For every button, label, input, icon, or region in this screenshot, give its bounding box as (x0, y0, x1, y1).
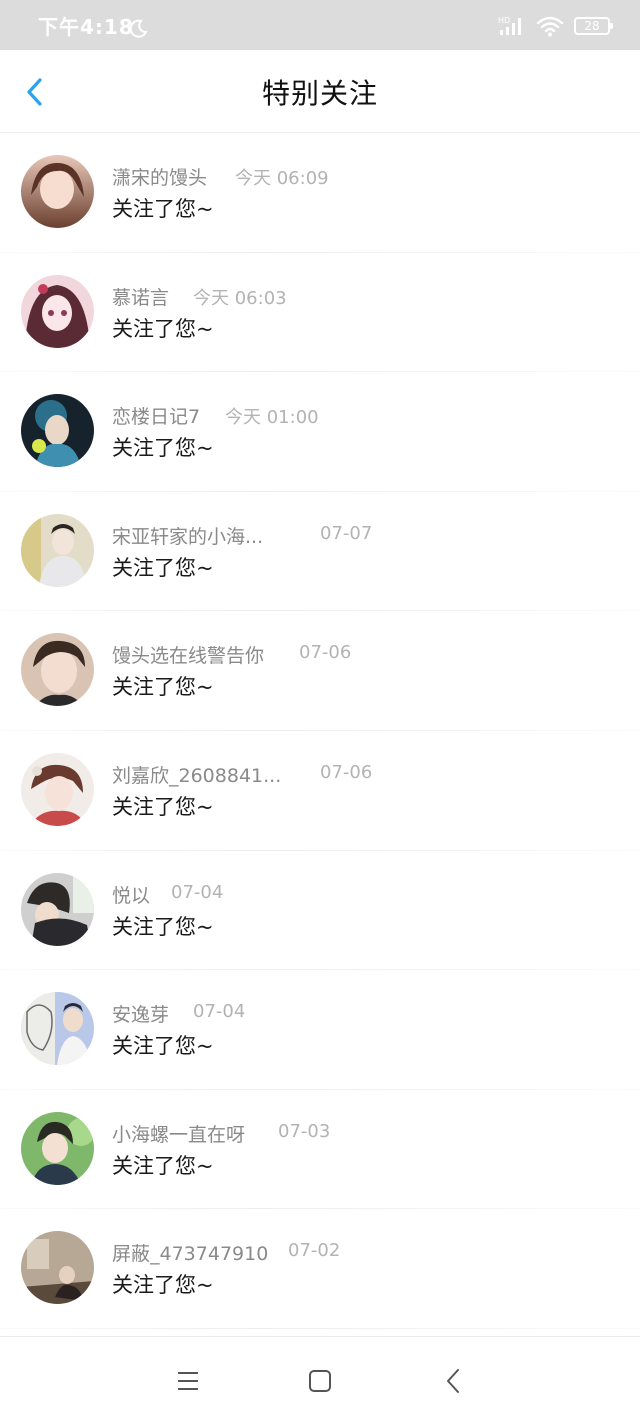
message-text: 关注了您~ (112, 1273, 214, 1298)
message-text: 关注了您~ (112, 914, 214, 939)
timestamp: 今天 06:09 (235, 168, 329, 189)
message-text: 关注了您~ (112, 316, 214, 341)
avatar[interactable] (21, 155, 94, 228)
message-text: 关注了您~ (112, 1034, 214, 1059)
user-name: 慕诺言 (112, 286, 170, 309)
message-text: 关注了您~ (112, 1153, 214, 1178)
notification-list: 潇宋的馒头 今天 06:09 关注了您~ 慕诺言 今天 06:03 关注了您~ … (0, 133, 640, 1329)
avatar[interactable] (21, 1111, 94, 1185)
system-nav-bar (0, 1336, 640, 1423)
avatar[interactable] (21, 1231, 94, 1305)
avatar[interactable] (21, 513, 94, 587)
timestamp: 07-06 (320, 761, 373, 783)
list-item[interactable]: 馒头选在线警告你 07-06 关注了您~ (0, 611, 640, 731)
wifi-icon (536, 16, 564, 37)
user-name: 屏蔽_473747910 (112, 1243, 269, 1266)
avatar[interactable] (21, 872, 94, 946)
list-item[interactable]: 刘嘉欣_2608841... 07-06 关注了您~ (0, 731, 640, 851)
user-name: 悦以 (112, 884, 151, 907)
user-name: 小海螺一直在呀 (112, 1123, 246, 1146)
message-text: 关注了您~ (112, 675, 214, 700)
status-icons: HD 28 (498, 15, 613, 37)
message-text: 关注了您~ (112, 197, 214, 221)
network-label: HD (498, 16, 510, 25)
user-name: 恋楼日记7 (112, 406, 201, 429)
user-name: 刘嘉欣_2608841... (112, 764, 282, 787)
back-icon[interactable] (436, 1363, 472, 1399)
header: 特别关注 (0, 50, 640, 133)
divider (0, 1327, 640, 1329)
avatar[interactable] (21, 274, 94, 348)
menu-icon[interactable] (170, 1363, 206, 1399)
user-name: 宋亚轩家的小海... (112, 525, 264, 548)
signal-icon: HD (498, 16, 521, 35)
list-item[interactable]: 恋楼日记7 今天 01:00 关注了您~ (0, 372, 640, 492)
user-name: 潇宋的馒头 (112, 167, 208, 189)
avatar[interactable] (21, 992, 94, 1066)
avatar[interactable] (21, 394, 94, 468)
avatar[interactable] (21, 633, 94, 707)
status-time: 下午4:18 (38, 15, 134, 39)
timestamp: 07-04 (171, 881, 224, 903)
message-text: 关注了您~ (112, 794, 214, 819)
timestamp: 07-04 (193, 1001, 246, 1023)
battery-icon: 28 (574, 17, 613, 35)
timestamp: 07-03 (278, 1120, 331, 1142)
avatar[interactable] (21, 752, 94, 826)
list-item[interactable]: 小海螺一直在呀 07-03 关注了您~ (0, 1090, 640, 1210)
list-item[interactable]: 屏蔽_473747910 07-02 关注了您~ (0, 1209, 640, 1329)
user-name: 馒头选在线警告你 (112, 645, 265, 668)
timestamp: 07-06 (299, 642, 352, 664)
list-item[interactable]: 安逸芽 07-04 关注了您~ (0, 970, 640, 1090)
timestamp: 07-07 (320, 522, 373, 544)
status-bar: 下午4:18 HD 28 (0, 0, 640, 50)
list-item[interactable]: 宋亚轩家的小海... 07-07 关注了您~ (0, 492, 640, 612)
message-text: 关注了您~ (112, 436, 214, 461)
user-name: 安逸芽 (112, 1004, 170, 1027)
list-item[interactable]: 潇宋的馒头 今天 06:09 关注了您~ (0, 133, 640, 253)
timestamp: 今天 01:00 (225, 407, 319, 429)
page-title: 特别关注 (261, 77, 378, 110)
timestamp: 今天 06:03 (193, 287, 287, 309)
list-item[interactable]: 悦以 07-04 关注了您~ (0, 851, 640, 971)
moon-icon (129, 19, 148, 38)
list-item[interactable]: 慕诺言 今天 06:03 关注了您~ (0, 253, 640, 373)
battery-level: 28 (584, 19, 600, 33)
home-icon[interactable] (302, 1363, 338, 1399)
timestamp: 07-02 (288, 1240, 341, 1262)
message-text: 关注了您~ (112, 555, 214, 580)
